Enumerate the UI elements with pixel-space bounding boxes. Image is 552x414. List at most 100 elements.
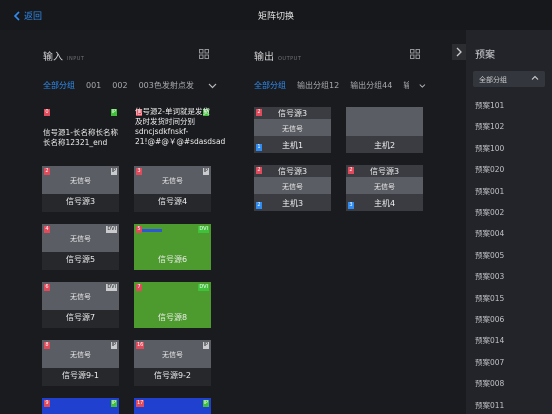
no-signal-text: 无信号 — [374, 183, 395, 191]
preset-item[interactable]: 预案011 — [475, 400, 504, 411]
source-name: 信号源7 — [65, 313, 96, 322]
input-tab-003[interactable]: 003色发射点发 — [139, 80, 195, 91]
input-group-tabs: 全部分组 001 002 003色发射点发 — [43, 80, 218, 91]
source-number-badge: 7 — [136, 284, 142, 291]
output-source-name: 信号源3 — [277, 109, 308, 118]
source-number-badge: 6 — [44, 284, 50, 291]
source-preview — [42, 398, 119, 414]
source-type-tag: DVI — [106, 226, 117, 233]
preset-item[interactable]: 预案006 — [475, 314, 504, 325]
page-title: 矩阵切换 — [257, 12, 294, 22]
no-signal-text: 无信号 — [70, 293, 91, 301]
input-tab-all[interactable]: 全部分组 — [43, 80, 75, 91]
chevron-down-icon[interactable] — [208, 83, 217, 89]
output-tab-12[interactable]: 输出分组12 — [297, 80, 339, 91]
source-name: 信号源6 — [157, 255, 188, 264]
source-preview — [134, 398, 211, 414]
preset-item[interactable]: 预案020 — [475, 164, 504, 175]
preset-item[interactable]: 预案008 — [475, 378, 504, 389]
chevron-down-icon[interactable] — [419, 83, 426, 89]
source-tile[interactable]: 3 IP 无信号 信号源4 — [134, 166, 211, 212]
output-tab-all[interactable]: 全部分组 — [254, 80, 286, 91]
source-tile[interactable]: 6 DVI 无信号 信号源7 — [42, 282, 119, 328]
no-signal-text: 无信号 — [70, 235, 91, 243]
source-tile[interactable]: 7 DVI 信号源8 — [134, 282, 211, 328]
no-signal-text: 无信号 — [282, 183, 303, 191]
output-tile[interactable]: 2 信号源3 无信号 2 主机3 — [254, 165, 331, 211]
preset-item[interactable]: 预案007 — [475, 357, 504, 368]
source-type-tag: DVI — [106, 284, 117, 291]
output-tile[interactable]: 2 信号源3 无信号 3 主机4 — [346, 165, 423, 211]
source-tile[interactable]: 9 IP — [42, 398, 119, 414]
source-number-badge: 4 — [44, 226, 50, 233]
preset-item[interactable]: 预案002 — [475, 207, 504, 218]
source-tile[interactable]: 0 IP 信号源1-长名称长名称长名称12321_end — [42, 107, 119, 153]
output-panel-title: 输出 OUTPUT — [254, 48, 301, 63]
source-tile[interactable]: 5 DVI 信号源6 — [134, 224, 211, 270]
output-tab-more[interactable]: 输 — [403, 80, 409, 91]
source-tile[interactable]: 2 IP 无信号 信号源3 — [42, 166, 119, 212]
output-tile[interactable]: 2 信号源3 无信号 1 主机1 — [254, 107, 331, 153]
source-name: 信号源9-1 — [61, 371, 100, 380]
output-name: 主机2 — [373, 141, 396, 150]
output-source-name: 信号源3 — [369, 167, 400, 176]
signal-bar — [142, 229, 162, 232]
top-bar: 返回 矩阵切换 — [0, 0, 552, 30]
source-tile[interactable]: 8 IP 无信号 信号源9-1 — [42, 340, 119, 386]
grid-view-icon[interactable] — [410, 49, 420, 59]
source-tile[interactable]: 16 IP 无信号 信号源9-2 — [134, 340, 211, 386]
output-source-name: 信号源3 — [277, 167, 308, 176]
output-preview — [346, 107, 423, 136]
source-number-badge: 5 — [136, 226, 142, 233]
preset-item[interactable]: 预案005 — [475, 250, 504, 261]
no-signal-text: 无信号 — [162, 177, 183, 185]
output-group-tabs: 全部分组 输出分组12 输出分组44 输 — [254, 80, 426, 91]
preset-group-label: 全部分组 — [479, 76, 507, 84]
preset-group-select[interactable]: 全部分组 — [473, 71, 545, 87]
source-tile[interactable]: 17 IP — [134, 398, 211, 414]
output-name: 主机1 — [281, 141, 304, 150]
source-type-tag: DVI — [198, 284, 209, 291]
input-panel-title: 输入 INPUT — [43, 48, 84, 63]
grid-view-icon[interactable] — [199, 49, 209, 59]
no-signal-text: 无信号 — [70, 177, 91, 185]
source-name: 信号源1-长名称长名称长名称12321_end — [43, 128, 118, 147]
source-number-badge: 9 — [44, 400, 50, 407]
source-number-badge: 16 — [136, 342, 145, 349]
source-tile[interactable]: 1 IP 信号源2-单词就是发货及时发货时间分别sdncjsdkfnskf-21… — [134, 107, 225, 153]
preset-item[interactable]: 预案015 — [475, 293, 504, 304]
output-name: 主机3 — [281, 199, 304, 208]
source-name: 信号源8 — [157, 313, 188, 322]
preset-item[interactable]: 预案004 — [475, 228, 504, 239]
preset-item[interactable]: 预案003 — [475, 271, 504, 282]
source-type-tag: IP — [110, 400, 117, 407]
output-title: 输出 — [254, 52, 274, 63]
collapse-sidebar-button[interactable] — [452, 44, 466, 60]
no-signal-text: 无信号 — [282, 125, 303, 133]
input-title: 输入 — [43, 52, 63, 63]
input-tab-002[interactable]: 002 — [112, 81, 127, 90]
source-tile[interactable]: 4 DVI 无信号 信号源5 — [42, 224, 119, 270]
source-type-tag: IP — [202, 168, 209, 175]
preset-sidebar: 预案 全部分组 预案101 预案102 预案100 预案020 预案001 预案002 预案… — [466, 30, 552, 414]
chevron-right-icon — [456, 47, 462, 57]
source-type-tag: DVI — [198, 226, 209, 233]
source-type-tag: IP — [110, 342, 117, 349]
input-tab-001[interactable]: 001 — [86, 81, 101, 90]
preset-item[interactable]: 预案001 — [475, 186, 504, 197]
output-subtitle: OUTPUT — [278, 56, 302, 62]
output-tab-44[interactable]: 输出分组44 — [350, 80, 392, 91]
source-type-tag: IP — [202, 342, 209, 349]
source-name: 信号源5 — [65, 255, 96, 264]
output-tile[interactable]: 1 主机2 — [346, 107, 423, 153]
preset-item[interactable]: 预案100 — [475, 143, 504, 154]
source-type-tag: IP — [110, 168, 117, 175]
source-number-badge: 17 — [136, 400, 145, 407]
preset-item[interactable]: 预案101 — [475, 100, 504, 111]
input-subtitle: INPUT — [67, 56, 85, 62]
preset-item[interactable]: 预案014 — [475, 335, 504, 346]
output-name: 主机4 — [373, 199, 396, 208]
preset-item[interactable]: 预案102 — [475, 121, 504, 132]
chevron-up-icon — [531, 75, 539, 80]
source-number-badge: 8 — [44, 342, 50, 349]
